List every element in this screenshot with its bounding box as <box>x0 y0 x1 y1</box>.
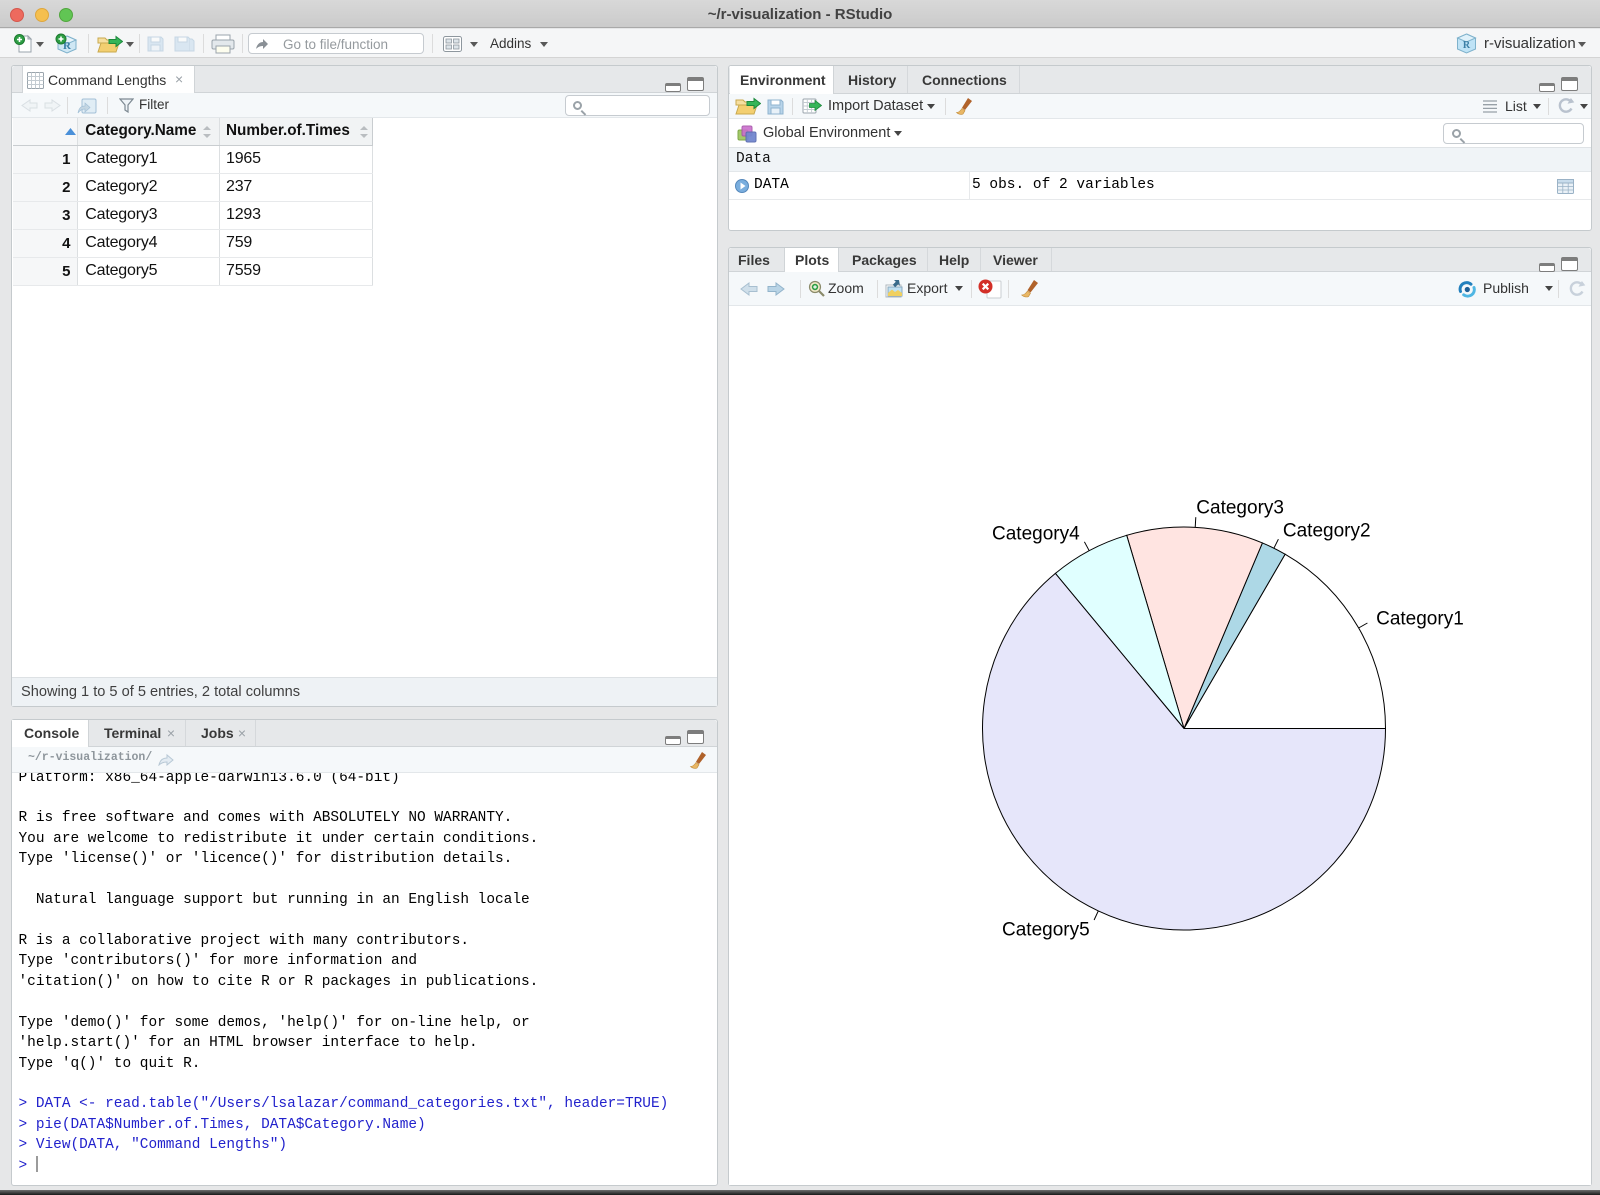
svg-text:Category4: Category4 <box>992 523 1080 544</box>
svg-text:R: R <box>1463 40 1471 51</box>
svg-text:Category5: Category5 <box>1002 920 1090 941</box>
svg-text:Category2: Category2 <box>1283 521 1371 542</box>
svg-text:Category3: Category3 <box>1196 498 1284 519</box>
svg-text:Category1: Category1 <box>1376 608 1464 629</box>
